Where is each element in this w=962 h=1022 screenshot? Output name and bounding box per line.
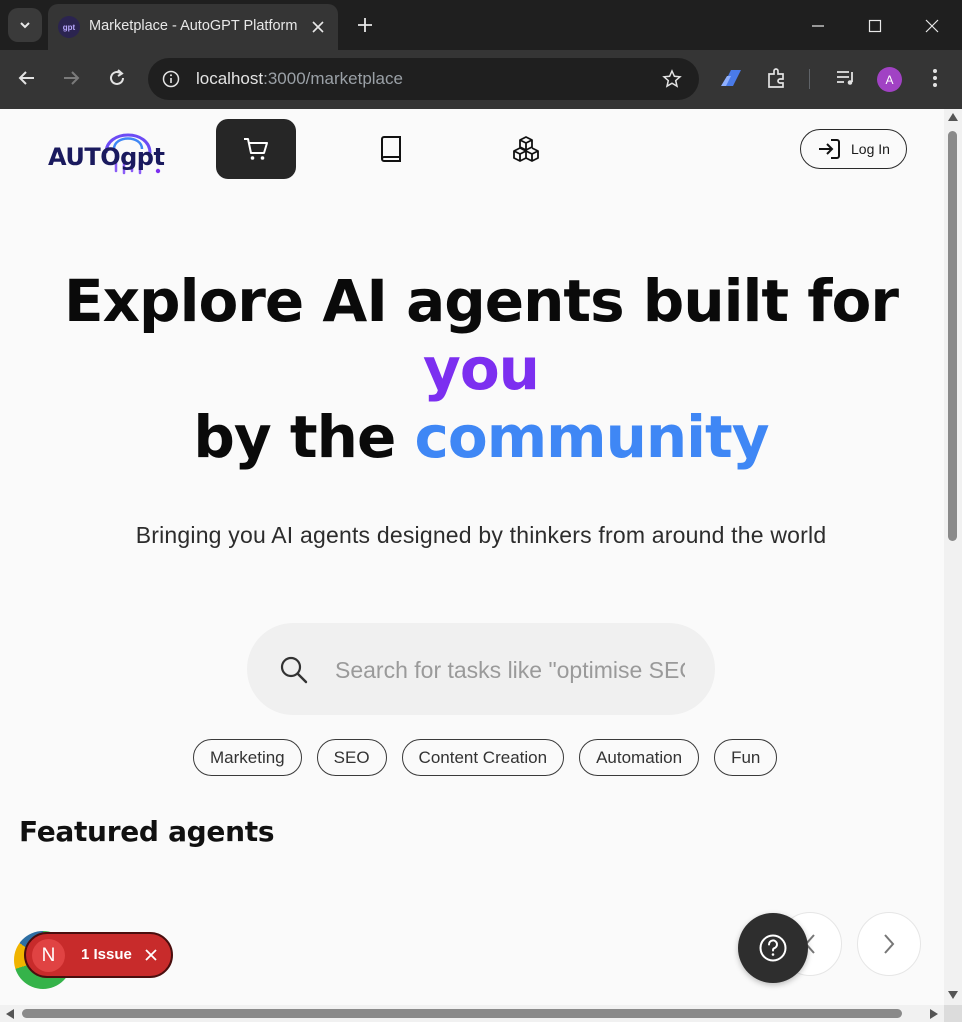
nav-build[interactable]	[486, 119, 566, 179]
url-path: :3000/marketplace	[263, 69, 403, 88]
chevron-right-icon	[884, 934, 895, 954]
plus-icon	[358, 18, 372, 32]
url-host: localhost	[196, 69, 264, 88]
minimize-button[interactable]	[804, 12, 832, 40]
help-icon	[759, 934, 787, 962]
tab-search-button[interactable]	[8, 8, 42, 42]
hero-line-2: you	[423, 335, 540, 403]
hero-line-3: by the community	[0, 403, 944, 471]
back-button[interactable]	[13, 64, 41, 92]
login-button[interactable]: Log In	[800, 129, 907, 169]
forward-button[interactable]	[57, 64, 85, 92]
minimize-icon	[812, 25, 824, 27]
maximize-button[interactable]	[861, 12, 889, 40]
chip-content-creation[interactable]: Content Creation	[401, 739, 565, 776]
profile-avatar[interactable]: A	[877, 67, 902, 92]
close-icon	[145, 949, 157, 961]
scroll-down-arrow-icon[interactable]	[948, 991, 958, 999]
chip-seo[interactable]: SEO	[316, 739, 387, 776]
chip-fun[interactable]: Fun	[714, 739, 778, 776]
hero-line-3-accent: community	[414, 403, 769, 471]
cart-icon	[244, 138, 268, 160]
media-queue-icon[interactable]	[833, 65, 859, 91]
chevron-down-icon	[20, 22, 30, 29]
featured-agents-title: Featured agents	[19, 815, 275, 848]
tab-title: Marketplace - AutoGPT Platform	[89, 18, 298, 34]
extensions-puzzle-icon[interactable]	[764, 65, 790, 91]
scroll-right-arrow-icon[interactable]	[930, 1009, 938, 1019]
browser-tab[interactable]: gpt Marketplace - AutoGPT Platform	[48, 4, 338, 50]
hero-subtitle: Bringing you AI agents designed by think…	[135, 522, 827, 548]
site-info-icon[interactable]	[160, 68, 182, 90]
address-bar[interactable]: localhost:3000/marketplace	[148, 58, 699, 100]
close-icon	[925, 19, 939, 33]
extension-arrow-icon[interactable]	[718, 65, 744, 91]
carousel-next-button[interactable]	[857, 912, 921, 976]
page-viewport: AUTOgpt Log In Explore AI agents built f…	[0, 109, 944, 1005]
bookmark-star-icon[interactable]	[661, 68, 683, 90]
logo-text: AUTOgpt	[48, 143, 165, 171]
login-label: Log In	[851, 141, 890, 157]
toolbar-separator	[809, 69, 810, 89]
search-input[interactable]	[335, 653, 685, 687]
scroll-left-arrow-icon[interactable]	[6, 1009, 14, 1019]
arrow-left-icon	[18, 71, 34, 85]
cubes-icon	[513, 136, 539, 162]
vertical-scrollbar[interactable]	[944, 109, 962, 1005]
tab-close-button[interactable]	[308, 17, 328, 37]
nav-library[interactable]	[351, 119, 431, 179]
book-icon	[381, 136, 401, 162]
new-tab-button[interactable]	[354, 14, 376, 36]
nextjs-badge-icon[interactable]: N	[32, 939, 65, 972]
reload-icon	[110, 69, 124, 85]
hero-line-1: Explore AI agents built for	[64, 267, 899, 335]
chip-marketing[interactable]: Marketing	[193, 739, 302, 776]
window-close-button[interactable]	[918, 12, 946, 40]
favicon-icon: gpt	[58, 16, 80, 38]
issues-count-label[interactable]: 1 Issue	[81, 946, 132, 963]
issues-close-button[interactable]	[143, 947, 159, 963]
horizontal-scroll-thumb[interactable]	[22, 1009, 902, 1018]
scrollbar-corner	[944, 1005, 962, 1022]
browser-tab-bar: gpt Marketplace - AutoGPT Platform	[0, 0, 962, 50]
chip-automation[interactable]: Automation	[579, 739, 700, 776]
close-icon	[312, 21, 324, 33]
horizontal-scrollbar[interactable]	[0, 1005, 944, 1022]
nav-marketplace[interactable]	[216, 119, 296, 179]
maximize-icon	[868, 19, 882, 33]
url-text: localhost:3000/marketplace	[196, 69, 403, 89]
issues-badge[interactable]: N 1 Issue	[24, 932, 173, 978]
vertical-scroll-thumb[interactable]	[948, 131, 957, 541]
browser-toolbar: localhost:3000/marketplace A	[0, 50, 962, 109]
scroll-up-arrow-icon[interactable]	[948, 113, 958, 121]
search-icon	[280, 656, 308, 684]
category-chips: Marketing SEO Content Creation Automatio…	[193, 739, 778, 776]
help-button[interactable]	[738, 913, 808, 983]
reload-button[interactable]	[103, 64, 131, 92]
more-menu-icon[interactable]	[922, 65, 948, 91]
login-icon	[819, 139, 840, 159]
hero-heading: Explore AI agents built for you by the c…	[0, 267, 944, 471]
hero-line-3-prefix: by the	[193, 403, 396, 471]
search-bar	[247, 623, 715, 715]
autogpt-logo[interactable]: AUTOgpt	[48, 123, 165, 177]
arrow-right-icon	[64, 71, 80, 85]
